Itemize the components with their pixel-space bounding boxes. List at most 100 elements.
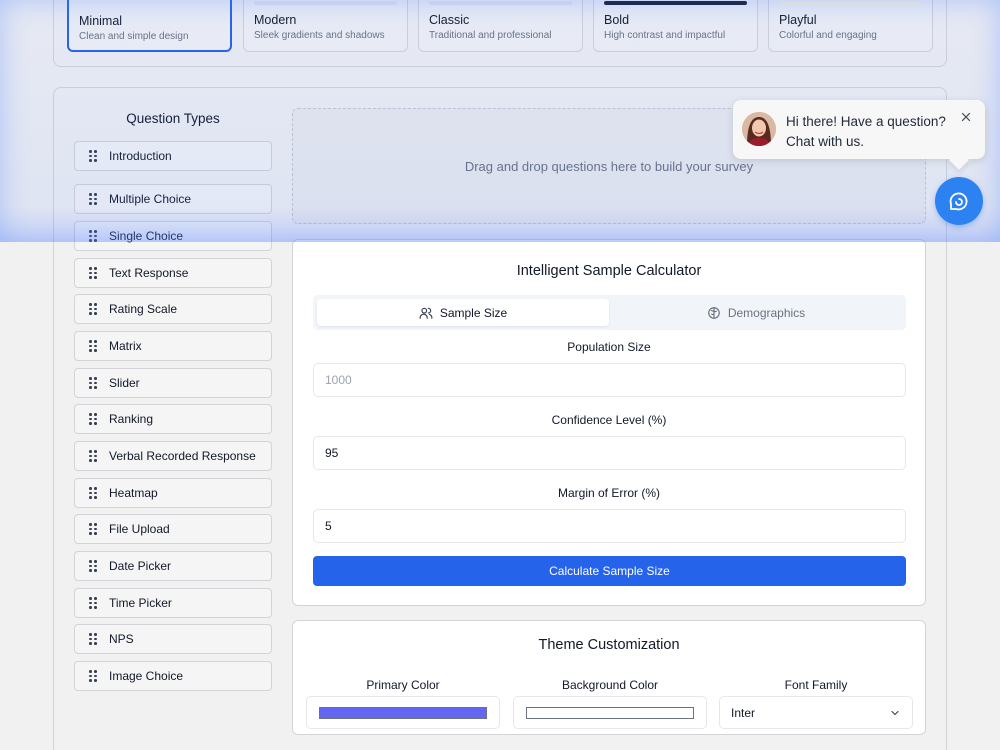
drag-handle-icon[interactable] <box>89 450 99 462</box>
question-type-item[interactable]: Verbal Recorded Response <box>74 441 272 471</box>
question-type-label: File Upload <box>109 522 170 536</box>
chevron-down-icon <box>891 710 899 715</box>
question-type-item[interactable]: Time Picker <box>74 588 272 618</box>
theme-name: Bold <box>604 13 630 27</box>
font-family-value: Inter <box>731 705 756 720</box>
question-type-label: NPS <box>109 632 134 646</box>
question-type-item[interactable]: Multiple Choice <box>74 184 272 214</box>
margin-label: Margin of Error (%) <box>557 486 661 500</box>
theme-desc: High contrast and impactful <box>604 30 726 41</box>
theme-name: Classic <box>429 13 470 27</box>
drag-handle-icon[interactable] <box>89 413 99 425</box>
question-type-label: Verbal Recorded Response <box>109 449 256 463</box>
drag-handle-icon[interactable] <box>89 597 99 609</box>
confidence-input[interactable] <box>313 436 906 470</box>
font-family-label: Font Family <box>784 678 848 692</box>
font-family-field: Font Family Inter <box>719 678 913 729</box>
question-type-label: Time Picker <box>109 596 172 610</box>
question-type-item[interactable]: Introduction <box>74 141 272 171</box>
font-family-select[interactable]: Inter <box>719 696 913 729</box>
drag-handle-icon[interactable] <box>89 487 99 499</box>
question-type-label: Multiple Choice <box>109 192 192 206</box>
theme-name: Modern <box>254 13 297 27</box>
theme-card-modern[interactable]: Modern Sleek gradients and shadows <box>243 0 408 52</box>
question-type-label: Heatmap <box>109 486 158 500</box>
calculate-button[interactable]: Calculate Sample Size <box>313 556 906 586</box>
question-type-label: Ranking <box>109 412 154 426</box>
theme-card-bold[interactable]: Bold High contrast and impactful <box>593 0 758 52</box>
brain-icon <box>707 306 720 319</box>
background-color-swatch <box>526 707 694 719</box>
question-type-label: Introduction <box>109 149 172 163</box>
calculator-title: Intelligent Sample Calculator <box>516 263 702 279</box>
theme-card-minimal[interactable]: Minimal Clean and simple design <box>67 0 232 52</box>
question-type-item[interactable]: Rating Scale <box>74 294 272 324</box>
theme-card-playful[interactable]: Playful Colorful and engaging <box>768 0 933 52</box>
question-type-label: Rating Scale <box>109 302 178 316</box>
confidence-label: Confidence Level (%) <box>551 413 667 427</box>
question-type-label: Slider <box>109 376 140 390</box>
theme-name: Playful <box>779 13 817 27</box>
primary-color-swatch <box>319 707 487 719</box>
background-color-picker[interactable] <box>513 696 707 729</box>
background-color-label: Background Color <box>561 678 659 692</box>
question-type-item[interactable]: Image Choice <box>74 661 272 691</box>
theme-swatch <box>779 1 922 5</box>
tab-demographics[interactable]: Demographics <box>610 299 902 326</box>
avatar <box>742 112 776 146</box>
primary-color-picker[interactable] <box>306 696 500 729</box>
tab-label: Sample Size <box>439 305 508 320</box>
drag-handle-icon[interactable] <box>89 303 99 315</box>
question-type-label: Date Picker <box>109 559 172 573</box>
theme-swatch <box>429 1 572 5</box>
drag-handle-icon[interactable] <box>89 560 99 572</box>
drag-handle-icon[interactable] <box>89 150 99 162</box>
chat-message: Hi there! Have a question? Chat with us. <box>786 114 946 149</box>
theme-customization-title: Theme Customization <box>538 637 680 653</box>
drag-handle-icon[interactable] <box>89 670 99 682</box>
question-type-item[interactable]: Heatmap <box>74 478 272 508</box>
population-label: Population Size <box>567 340 651 354</box>
users-icon <box>419 307 433 319</box>
theme-desc: Traditional and professional <box>429 30 552 41</box>
question-type-item[interactable]: File Upload <box>74 514 272 544</box>
question-type-item[interactable]: Matrix <box>74 331 272 361</box>
drag-handle-icon[interactable] <box>89 523 99 535</box>
question-type-label: Single Choice <box>109 229 184 243</box>
dropzone-text: Drag and drop questions here to build yo… <box>464 158 754 174</box>
drag-handle-icon[interactable] <box>89 340 99 352</box>
question-type-label: Text Response <box>109 266 189 280</box>
margin-input[interactable] <box>313 509 906 543</box>
drag-handle-icon[interactable] <box>89 193 99 205</box>
theme-desc: Clean and simple design <box>79 31 189 42</box>
drag-handle-icon[interactable] <box>89 377 99 389</box>
drag-handle-icon[interactable] <box>89 230 99 242</box>
primary-color-label: Primary Color <box>366 678 440 692</box>
support-agent-avatar-icon <box>742 112 776 146</box>
question-type-item[interactable]: Text Response <box>74 258 272 288</box>
theme-swatch <box>604 1 747 5</box>
theme-swatch <box>254 1 397 5</box>
drag-handle-icon[interactable] <box>89 267 99 279</box>
question-type-label: Image Choice <box>109 669 184 683</box>
tab-sample-size[interactable]: Sample Size <box>317 299 609 326</box>
population-input[interactable] <box>313 363 906 397</box>
question-type-item[interactable]: Date Picker <box>74 551 272 581</box>
tab-label: Demographics <box>727 305 806 320</box>
question-type-item[interactable]: Slider <box>74 368 272 398</box>
question-type-item[interactable]: NPS <box>74 624 272 654</box>
chat-launcher-button[interactable] <box>935 177 983 225</box>
question-type-item[interactable]: Ranking <box>74 404 272 434</box>
theme-desc: Colorful and engaging <box>779 30 877 41</box>
chat-popup[interactable]: Hi there! Have a question? Chat with us. <box>733 100 985 159</box>
close-icon[interactable] <box>959 110 973 124</box>
drag-handle-icon[interactable] <box>89 633 99 645</box>
theme-name: Minimal <box>79 14 123 28</box>
background-color-field: Background Color <box>513 678 707 729</box>
primary-color-field: Primary Color <box>306 678 500 729</box>
question-type-item[interactable]: Single Choice <box>74 221 272 251</box>
chat-icon <box>949 192 968 211</box>
theme-desc: Sleek gradients and shadows <box>254 30 385 41</box>
theme-card-classic[interactable]: Classic Traditional and professional <box>418 0 583 52</box>
question-type-label: Matrix <box>109 339 142 353</box>
